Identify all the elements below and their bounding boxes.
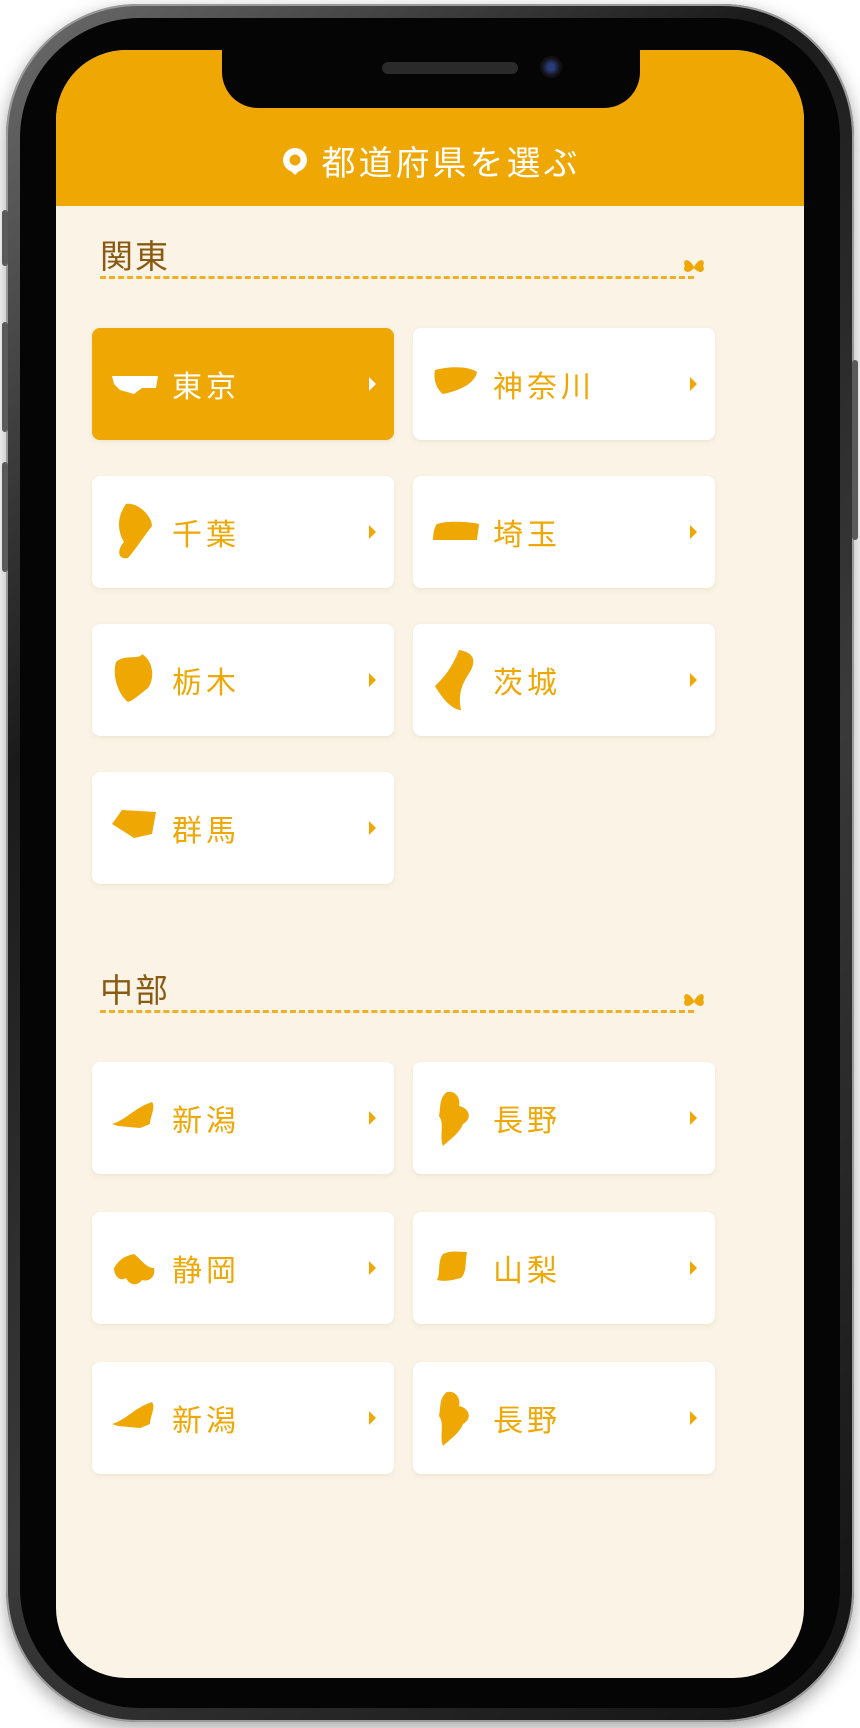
prefecture-card-nagano[interactable]: 長野 bbox=[413, 1062, 715, 1174]
header-title-row: 都道府県を選ぶ bbox=[56, 136, 804, 185]
butterfly-icon bbox=[684, 260, 704, 272]
page-title: 都道府県を選ぶ bbox=[321, 144, 581, 184]
prefecture-label: 新潟 bbox=[172, 1404, 240, 1439]
ibaraki-shape-icon bbox=[435, 650, 474, 710]
prefecture-card-chiba[interactable]: 千葉 bbox=[92, 476, 394, 588]
prefecture-card-nagano-2[interactable]: 長野 bbox=[413, 1362, 715, 1474]
prefecture-label: 栃木 bbox=[172, 666, 240, 701]
chevron-right-icon bbox=[690, 1111, 697, 1125]
prefecture-card-shizuoka[interactable]: 静岡 bbox=[92, 1212, 394, 1324]
chevron-right-icon bbox=[369, 821, 376, 835]
prefecture-label: 千葉 bbox=[172, 518, 240, 553]
prefecture-label: 山梨 bbox=[493, 1254, 561, 1289]
chevron-right-icon bbox=[369, 525, 376, 539]
prefecture-label: 東京 bbox=[172, 370, 240, 405]
section-divider bbox=[100, 276, 694, 279]
chevron-right-icon bbox=[369, 1111, 376, 1125]
gunma-shape-icon bbox=[112, 810, 156, 838]
prefecture-label: 静岡 bbox=[172, 1254, 240, 1289]
side-button-volume-up bbox=[2, 322, 8, 432]
map-pin-icon bbox=[282, 147, 307, 175]
saitama-shape-icon bbox=[433, 521, 479, 540]
chevron-right-icon bbox=[369, 1261, 376, 1275]
chevron-right-icon bbox=[369, 673, 376, 687]
shizuoka-shape-icon bbox=[114, 1254, 155, 1285]
side-button-volume-down bbox=[2, 462, 8, 572]
chevron-right-icon bbox=[690, 673, 697, 687]
prefecture-label: 新潟 bbox=[172, 1104, 240, 1139]
kanagawa-shape-icon bbox=[434, 367, 477, 394]
prefecture-label: 埼玉 bbox=[493, 518, 561, 553]
chevron-right-icon bbox=[690, 525, 697, 539]
prefecture-card-gunma[interactable]: 群馬 bbox=[92, 772, 394, 884]
yamanashi-shape-icon bbox=[437, 1251, 467, 1281]
side-button-mute bbox=[2, 210, 8, 266]
chevron-right-icon bbox=[690, 1411, 697, 1425]
speaker-grille bbox=[382, 62, 518, 74]
prefecture-card-niigata-2[interactable]: 新潟 bbox=[92, 1362, 394, 1474]
chevron-right-icon bbox=[369, 377, 376, 391]
prefecture-label: 長野 bbox=[493, 1404, 561, 1439]
prefecture-card-saitama[interactable]: 埼玉 bbox=[413, 476, 715, 588]
prefecture-card-niigata[interactable]: 新潟 bbox=[92, 1062, 394, 1174]
prefecture-card-tokyo[interactable]: 東京 bbox=[92, 328, 394, 440]
screen: 都道府県を選ぶ 関東 東京 神奈川 千葉 埼玉 栃木 茨城 群馬 中部 新潟 長… bbox=[56, 50, 804, 1678]
tochigi-shape-icon bbox=[114, 654, 153, 702]
nagano-shape-icon bbox=[439, 1091, 469, 1146]
section-title-chubu: 中部 bbox=[100, 971, 170, 1010]
niigata-shape-icon bbox=[112, 1102, 154, 1128]
section-divider bbox=[100, 1010, 694, 1013]
niigata-shape-icon bbox=[112, 1402, 154, 1428]
chevron-right-icon bbox=[690, 1261, 697, 1275]
chevron-right-icon bbox=[369, 1411, 376, 1425]
prefecture-card-kanagawa[interactable]: 神奈川 bbox=[413, 328, 715, 440]
app-header: 都道府県を選ぶ bbox=[56, 50, 804, 206]
chevron-right-icon bbox=[690, 377, 697, 391]
prefecture-label: 茨城 bbox=[493, 666, 561, 701]
tokyo-shape-icon bbox=[112, 376, 158, 394]
chiba-shape-icon bbox=[119, 503, 152, 559]
prefecture-label: 神奈川 bbox=[493, 370, 595, 405]
notch bbox=[222, 50, 640, 108]
prefecture-label: 群馬 bbox=[172, 814, 240, 849]
prefecture-label: 長野 bbox=[493, 1104, 561, 1139]
prefecture-card-yamanashi[interactable]: 山梨 bbox=[413, 1212, 715, 1324]
nagano-shape-icon bbox=[439, 1391, 469, 1446]
prefecture-card-tochigi[interactable]: 栃木 bbox=[92, 624, 394, 736]
prefecture-card-ibaraki[interactable]: 茨城 bbox=[413, 624, 715, 736]
butterfly-icon bbox=[684, 994, 704, 1006]
side-button-power bbox=[852, 360, 858, 540]
section-title-kanto: 関東 bbox=[100, 237, 170, 276]
front-camera bbox=[540, 56, 562, 78]
